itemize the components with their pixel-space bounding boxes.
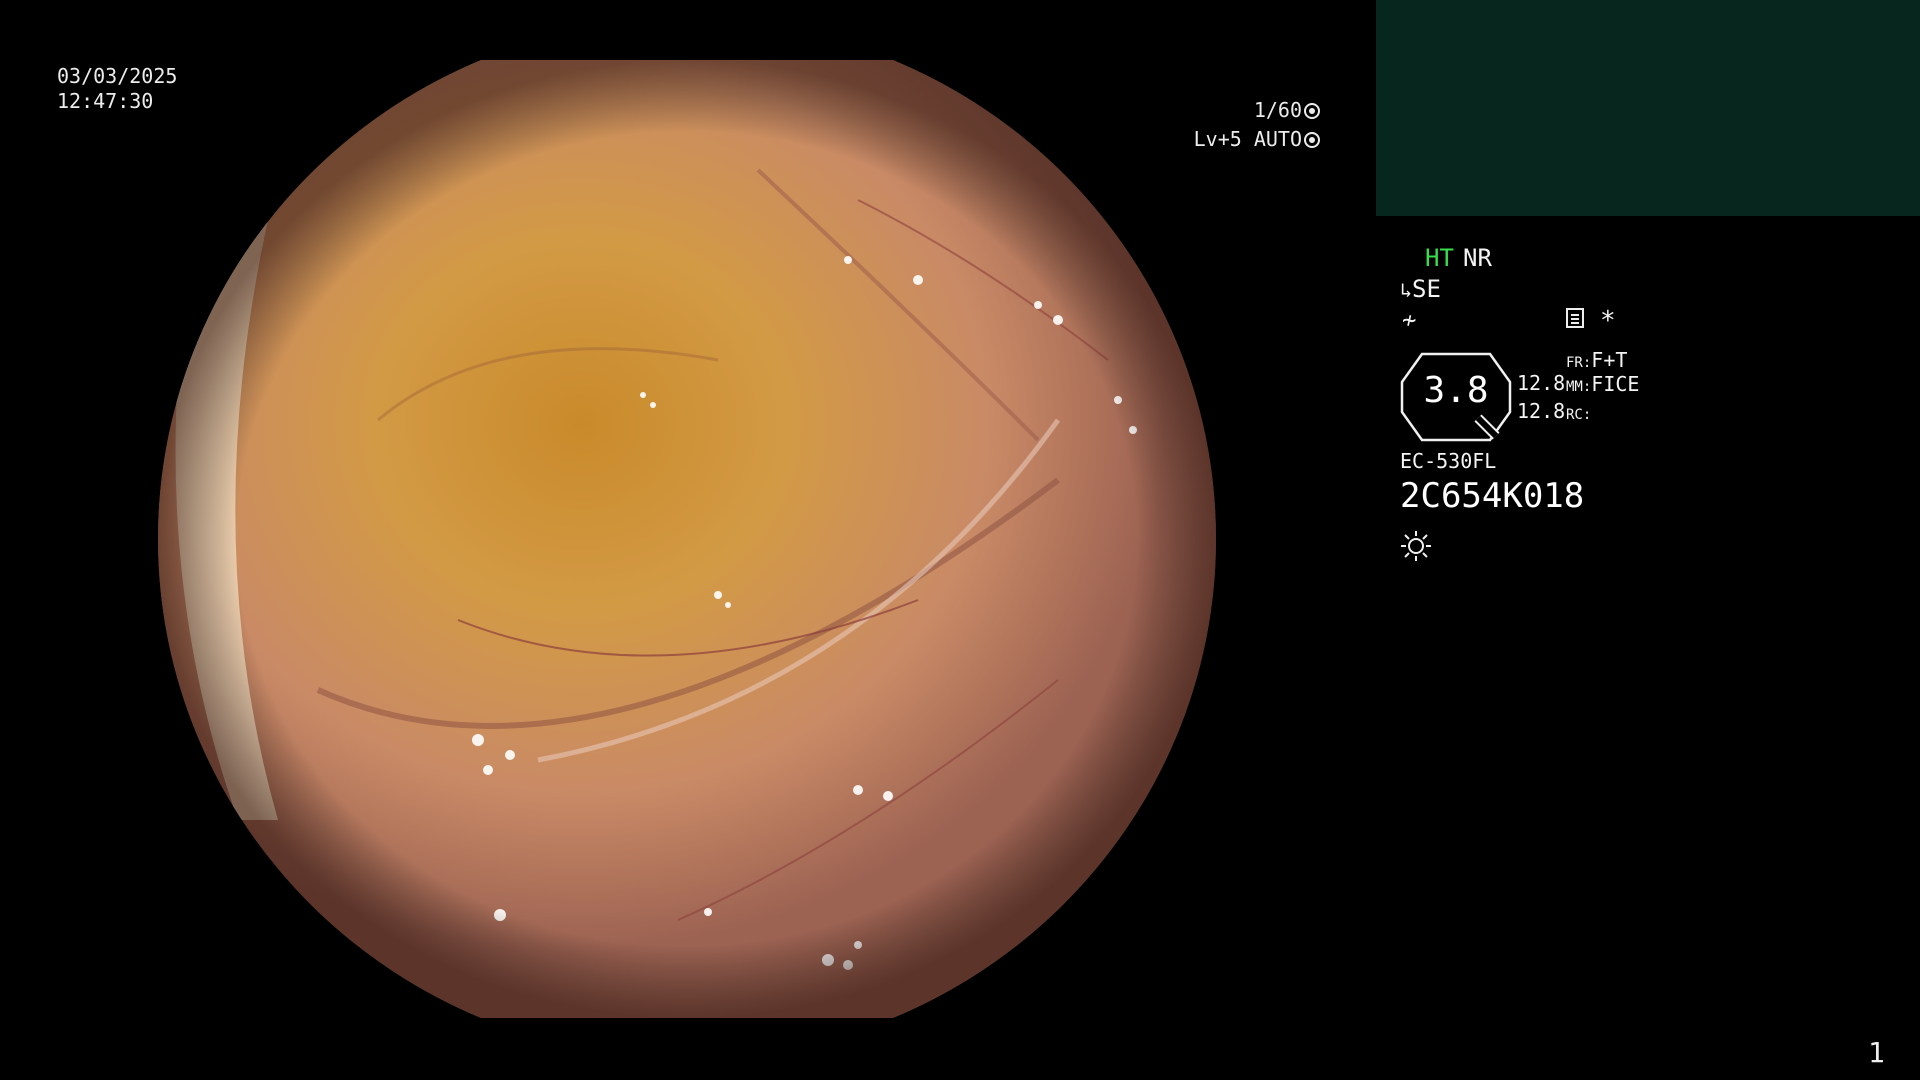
f-symbol-icon: ≁ xyxy=(1402,306,1417,334)
scope-model: EC-530FL xyxy=(1400,449,1497,473)
rc-label: RC: xyxy=(1566,407,1592,423)
brightness-level: Lv+5 AUTO xyxy=(1194,127,1320,151)
ht-label: HT xyxy=(1425,244,1454,272)
page-number: 1 xyxy=(1868,1036,1885,1069)
shutter-icon xyxy=(1304,103,1320,119)
auto-mode-icon xyxy=(1304,132,1320,148)
fr-row: FR:F+T xyxy=(1566,348,1627,372)
value-1: 12.8 xyxy=(1517,371,1566,395)
endoscope-image xyxy=(158,60,1216,1018)
value-2: 12.8 xyxy=(1517,399,1566,423)
fr-value: F+T xyxy=(1591,348,1628,372)
rc-row: RC: xyxy=(1566,400,1591,424)
mm-value: FICE xyxy=(1591,372,1640,396)
fr-label: FR: xyxy=(1566,355,1592,371)
structure-enhance: ↳SE xyxy=(1400,275,1441,303)
mode-text: AUTO xyxy=(1253,127,1302,151)
nr-label: NR xyxy=(1463,244,1492,272)
structure-enhance-icon: ↳ xyxy=(1400,278,1413,302)
mm-label: MM: xyxy=(1566,379,1592,395)
light-source-icon xyxy=(1401,531,1431,561)
pip-panel xyxy=(1376,0,1920,216)
zoom-value: 3.8 xyxy=(1423,370,1489,411)
shutter-speed: 1/60 xyxy=(1254,98,1320,122)
asterisk-indicator: * xyxy=(1600,306,1616,336)
mm-row: MM:FICE xyxy=(1566,372,1639,396)
level-text: Lv+5 xyxy=(1193,127,1242,151)
shutter-text: 1/60 xyxy=(1253,98,1302,122)
menu-doc-icon xyxy=(1566,308,1584,328)
se-label: SE xyxy=(1412,275,1441,303)
scope-serial: 2C654K018 xyxy=(1400,476,1585,516)
